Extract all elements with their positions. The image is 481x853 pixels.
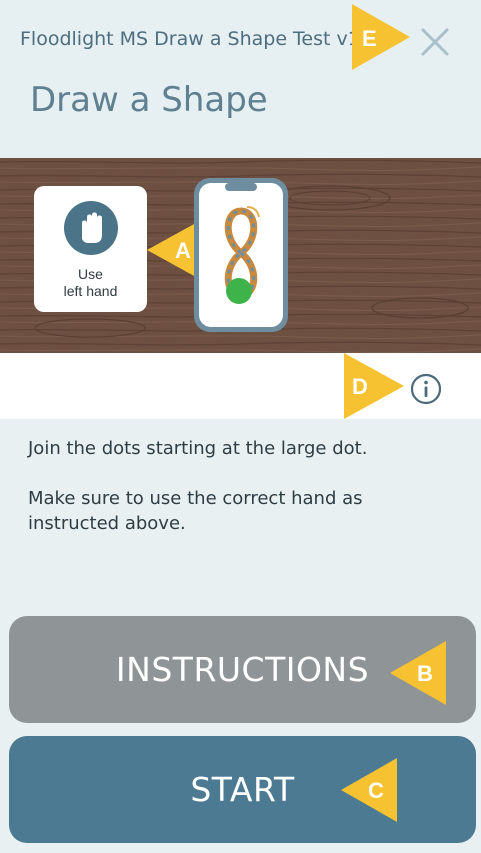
start-button[interactable]: START [9, 736, 476, 843]
marker-c: C [341, 758, 397, 822]
description-line-2: Make sure to use the correct hand as ins… [28, 488, 363, 534]
hand-label-line2: left hand [63, 283, 118, 299]
marker-b: B [390, 641, 446, 705]
marker-e: E [352, 4, 410, 70]
marker-c-label: C [368, 778, 384, 803]
hand-instruction-card: Use left hand [34, 186, 147, 312]
hand-label-line1: Use [78, 266, 103, 282]
close-icon[interactable] [415, 22, 455, 62]
info-icon[interactable] [410, 373, 442, 405]
marker-e-label: E [362, 26, 377, 51]
hand-icon [64, 201, 118, 255]
marker-a-label: A [175, 238, 191, 263]
hand-label: Use left hand [34, 266, 147, 300]
marker-d: D [344, 353, 404, 419]
description-line-1: Join the dots starting at the large dot. [28, 438, 368, 459]
info-row [0, 353, 481, 419]
marker-d-label: D [352, 374, 368, 399]
phone-illustration [194, 178, 288, 332]
marker-b-label: B [417, 661, 433, 686]
start-button-label: START [190, 770, 295, 809]
app-title: Floodlight MS Draw a Shape Test v1.2 [20, 28, 378, 50]
page-title: Draw a Shape [30, 80, 268, 120]
